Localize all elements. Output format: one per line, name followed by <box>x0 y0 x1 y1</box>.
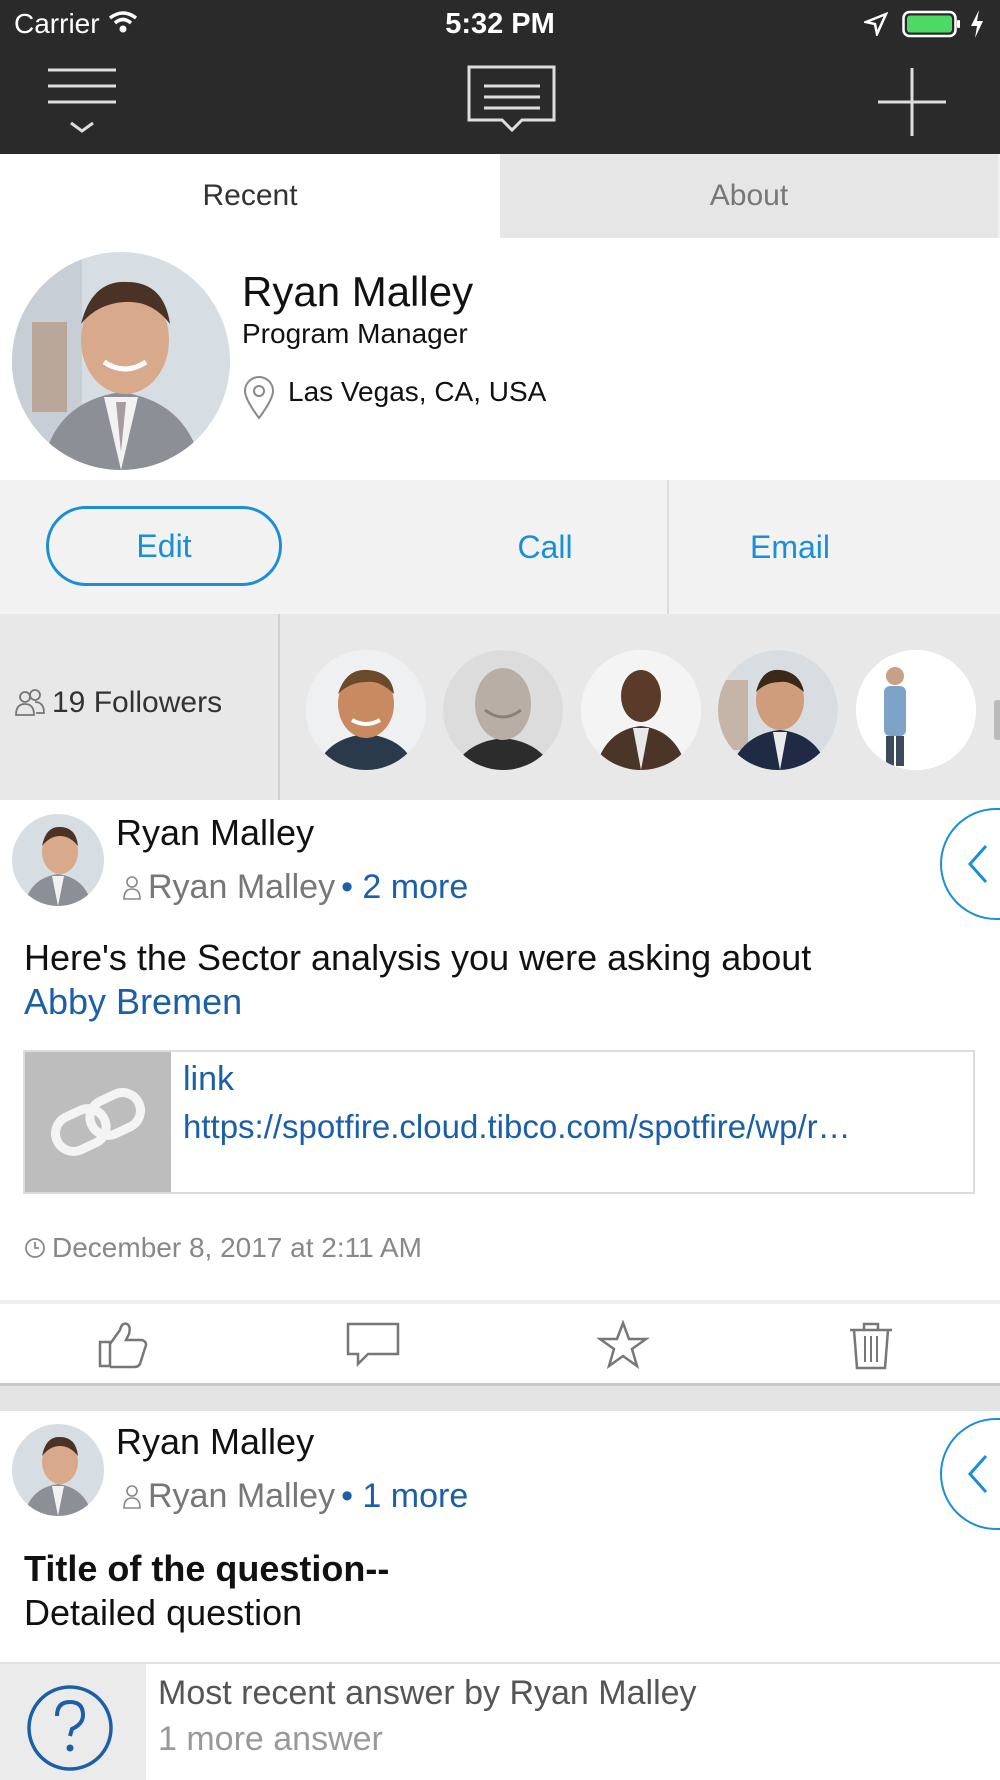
divider <box>0 1383 1000 1411</box>
divider <box>667 480 669 614</box>
post-text: Here's the Sector analysis you were aski… <box>24 937 812 978</box>
top-toolbar <box>0 50 1000 154</box>
compose-message-icon[interactable] <box>466 64 558 136</box>
post-timestamp: December 8, 2017 at 2:11 AM <box>24 1232 422 1264</box>
profile-location: Las Vegas, CA, USA <box>288 376 547 407</box>
follower-avatar[interactable] <box>856 650 976 770</box>
tab-recent[interactable]: Recent <box>0 154 500 238</box>
post-author-avatar[interactable] <box>12 814 104 906</box>
post-action-bar <box>0 1304 1000 1386</box>
post-author-name[interactable]: Ryan Malley <box>116 1421 314 1463</box>
clock: 5:32 PM <box>445 8 555 40</box>
follower-avatar[interactable] <box>718 650 838 770</box>
charging-bolt-icon <box>971 10 983 38</box>
profile-name: Ryan Malley <box>242 268 474 315</box>
person-icon <box>123 875 141 900</box>
divider <box>278 614 280 800</box>
chevron-left-icon <box>967 1455 988 1493</box>
star-icon[interactable] <box>596 1320 650 1370</box>
menu-icon[interactable] <box>46 66 120 140</box>
email-button[interactable]: Email <box>670 504 910 590</box>
link-chain-icon <box>51 1088 145 1156</box>
post-recipient-name[interactable]: Ryan Malley <box>148 868 335 907</box>
profile-header: Ryan Malley Program Manager Las Vegas, C… <box>0 238 1000 480</box>
location-arrow-icon <box>864 12 888 36</box>
comment-icon[interactable] <box>346 1320 400 1370</box>
question-icon-box <box>0 1664 146 1780</box>
followers-icon <box>15 689 45 716</box>
answer-summary[interactable]: Most recent answer by Ryan Malley 1 more… <box>0 1662 1000 1780</box>
like-icon[interactable] <box>96 1320 150 1370</box>
link-thumbnail <box>25 1052 171 1192</box>
location-pin-icon <box>243 376 275 420</box>
profile-job-title: Program Manager <box>242 318 468 349</box>
edit-button[interactable]: Edit <box>46 506 282 586</box>
follower-avatar[interactable] <box>581 650 701 770</box>
answer-count[interactable]: 1 more answer <box>158 1720 383 1759</box>
trash-icon[interactable] <box>844 1320 898 1370</box>
expand-post-button[interactable] <box>940 808 1000 920</box>
post-more-recipients[interactable]: • 1 more <box>341 1477 468 1516</box>
post-author-avatar[interactable] <box>12 1424 104 1516</box>
question-mark-icon <box>27 1685 113 1771</box>
expand-post-button[interactable] <box>940 1418 1000 1530</box>
add-icon[interactable] <box>876 66 948 138</box>
follower-avatar-partial <box>994 700 1000 740</box>
followers-count[interactable]: 19 Followers <box>14 686 222 720</box>
post-recipients: Ryan Malley • 1 more <box>122 1477 468 1516</box>
post-timestamp-text: December 8, 2017 at 2:11 AM <box>52 1232 422 1263</box>
follower-avatar[interactable] <box>306 650 426 770</box>
profile-actions: Edit Call Email <box>0 480 1000 614</box>
post-more-recipients[interactable]: • 2 more <box>341 868 468 907</box>
person-icon <box>123 1484 141 1509</box>
link-title[interactable]: link <box>183 1060 234 1099</box>
profile-avatar <box>12 252 230 470</box>
follower-avatar[interactable] <box>443 650 563 770</box>
status-bar: Carrier 5:32 PM <box>0 0 1000 50</box>
battery-icon <box>902 10 960 38</box>
post-author-name[interactable]: Ryan Malley <box>116 812 314 854</box>
answer-summary-text: Most recent answer by Ryan Malley <box>158 1674 697 1712</box>
tab-bar: Recent About <box>0 154 1000 238</box>
clock-icon <box>25 1238 45 1258</box>
link-url[interactable]: https://spotfire.cloud.tibco.com/spotfir… <box>183 1108 973 1146</box>
post-body: Here's the Sector analysis you were aski… <box>24 936 974 1024</box>
question-detail: Detailed question <box>24 1592 303 1633</box>
question-title: Title of the question-- <box>24 1548 390 1589</box>
followers-strip: 19 Followers <box>0 614 1000 800</box>
post-recipients: Ryan Malley • 2 more <box>122 868 468 907</box>
call-button[interactable]: Call <box>450 504 640 590</box>
chevron-left-icon <box>967 845 988 883</box>
post-recipient-name[interactable]: Ryan Malley <box>148 1477 335 1516</box>
link-preview-card[interactable]: link https://spotfire.cloud.tibco.com/sp… <box>23 1050 975 1194</box>
tab-about[interactable]: About <box>500 154 998 238</box>
post-mention[interactable]: Abby Bremen <box>24 980 974 1024</box>
followers-label: 19 Followers <box>52 686 223 719</box>
